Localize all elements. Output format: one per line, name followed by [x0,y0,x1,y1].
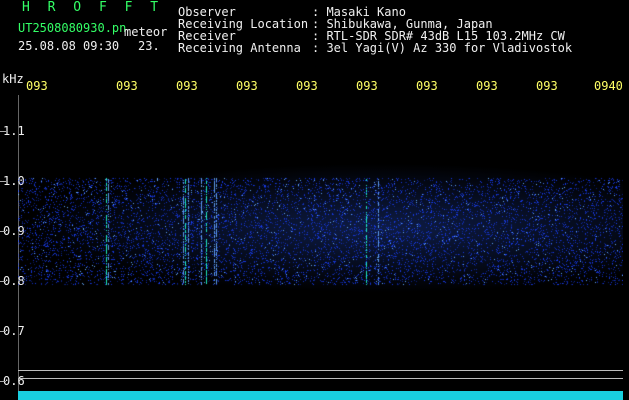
axis-unit-label: kHz [2,72,24,86]
filename: UT2508080930.pn [18,21,127,35]
signal-strength-bar [18,391,623,400]
x-tick-label: 093 [356,79,378,93]
filename-suffix: meteor [124,25,168,39]
spectrogram-screen: H R O F F T UT2508080930.pn meteor 25.08… [0,0,629,400]
reference-line [18,370,623,371]
timestamp: 25.08.08 09:30 [18,39,120,53]
stamp-number: 23. [138,39,160,53]
y-tick-mark [0,131,6,132]
x-tick-label: 093 [236,79,258,93]
spectrogram-noise-band [18,160,623,300]
x-tick-label: 093 [476,79,498,93]
antenna-value: : 3el Yagi(V) Az 330 for Vladivostok [312,41,573,55]
x-tick-label: 093 [416,79,438,93]
reference-line [18,378,623,379]
y-tick-label: 0.7 [3,324,25,338]
y-tick-label: 0.6 [3,374,25,388]
x-tick-label: 093 [26,79,48,93]
x-tick-label: 0940 [594,79,623,93]
y-tick-mark [0,281,6,282]
y-tick-mark [0,381,6,382]
app-brand: H R O F F T [22,0,164,15]
x-tick-label: 093 [296,79,318,93]
antenna-label: Receiving Antenna [178,41,301,55]
y-tick-mark [0,231,6,232]
x-tick-label: 093 [176,79,198,93]
x-tick-label: 093 [116,79,138,93]
y-tick-mark [0,181,6,182]
y-tick-mark [0,331,6,332]
x-tick-label: 093 [536,79,558,93]
y-tick-label: 1.1 [3,124,25,138]
